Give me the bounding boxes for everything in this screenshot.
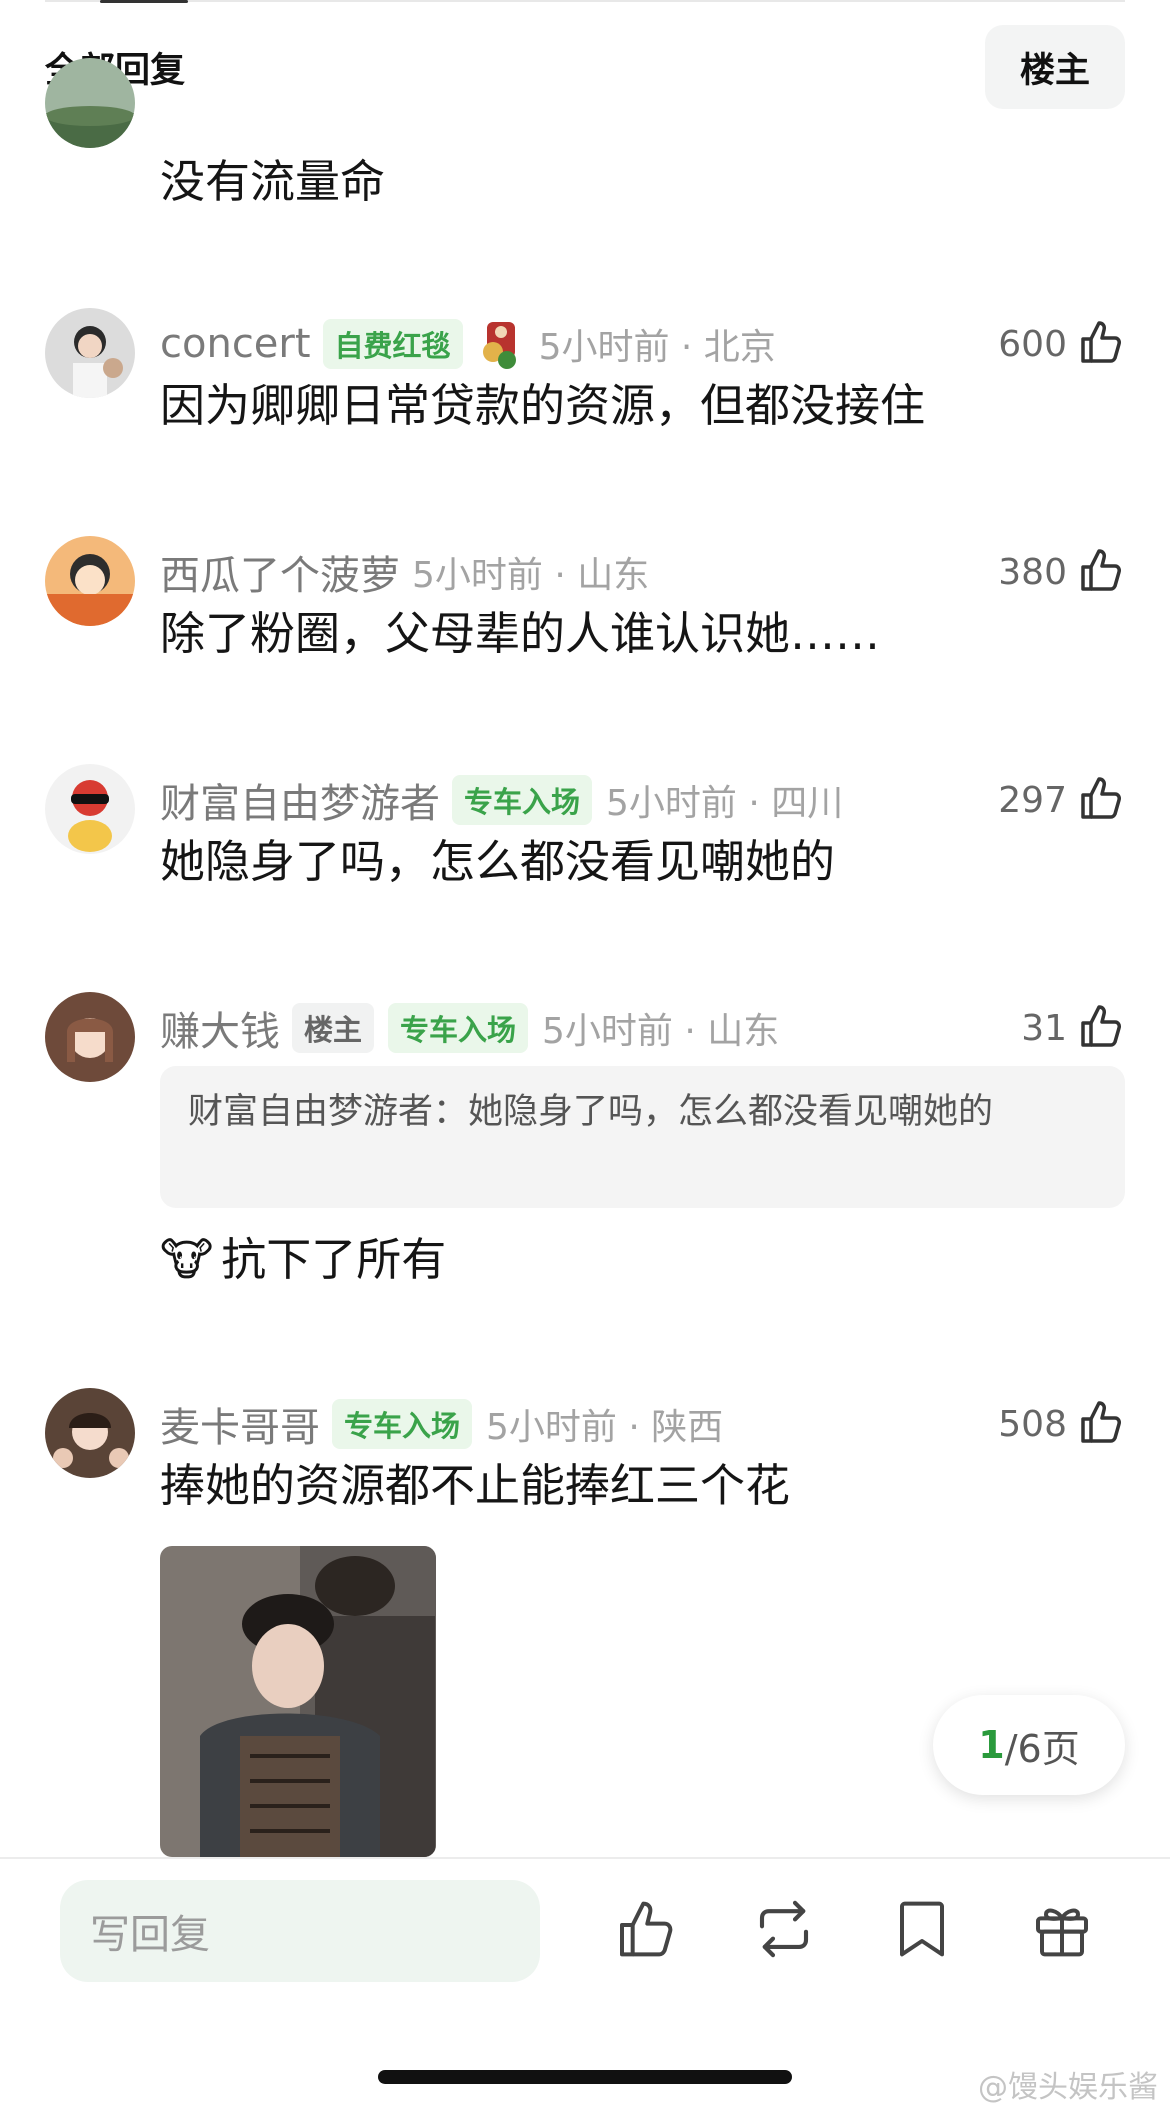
page-indicator[interactable]: 1/6页 [933, 1695, 1125, 1795]
header: 全部回复 楼主 [0, 20, 1170, 110]
comment-text: 她隐身了吗，怎么都没看见嘲她的 [160, 835, 836, 888]
repost-button[interactable] [748, 1895, 820, 1967]
username[interactable]: concert [160, 321, 311, 367]
username[interactable]: 财富自由梦游者 [160, 771, 440, 829]
like-count: 380 [998, 551, 1067, 593]
comment-meta: 赚大钱 楼主 专车入场 5小时前 · 山东 [160, 998, 1010, 1058]
user-badge: 专车入场 [388, 1003, 529, 1053]
thumbs-up-icon [1077, 318, 1125, 370]
comment-meta: 财富自由梦游者 专车入场 5小时前 · 四川 [160, 770, 1010, 830]
comment-text-content: 抗下了所有 [221, 1233, 447, 1286]
quoted-reply[interactable]: 财富自由梦游者：她隐身了吗，怎么都没看见嘲她的 [160, 1066, 1125, 1208]
thumbs-up-icon [614, 1897, 678, 1965]
like-button[interactable]: 600 [998, 314, 1125, 374]
like-button[interactable]: 297 [998, 770, 1125, 830]
like-count: 297 [998, 779, 1067, 821]
like-count: 600 [998, 323, 1067, 365]
bottom-divider [0, 1857, 1170, 1859]
user-badge: 专车入场 [332, 1399, 473, 1449]
comment-meta: 麦卡哥哥 专车入场 5小时前 · 陕西 [160, 1394, 1010, 1454]
username[interactable]: 西瓜了个菠萝 [160, 543, 400, 601]
comment-text: 🐮 抗下了所有 [160, 1230, 1125, 1290]
user-badge: 专车入场 [452, 775, 593, 825]
like-button[interactable]: 508 [998, 1394, 1125, 1454]
time-location: 5小时前 · 山东 [412, 555, 650, 596]
repost-icon [751, 1896, 817, 1966]
thumbs-up-icon [1077, 546, 1125, 598]
medal-icon [477, 316, 525, 372]
like-button[interactable]: 31 [1021, 998, 1125, 1058]
avatar[interactable] [45, 992, 135, 1082]
thumbs-up-icon [1077, 774, 1125, 826]
avatar[interactable] [45, 1388, 135, 1478]
like-count: 31 [1021, 1007, 1067, 1049]
avatar[interactable] [45, 764, 135, 854]
gift-button[interactable] [1026, 1895, 1098, 1967]
user-badge: 自费红毯 [322, 319, 463, 369]
watermark: @馒头娱乐酱 [978, 2070, 1158, 2105]
comment-image[interactable] [160, 1546, 436, 1857]
avatar[interactable] [45, 58, 135, 148]
time-location: 5小时前 · 四川 [606, 783, 844, 824]
comment-text: 除了粉圈，父母辈的人谁认识她…… [160, 607, 881, 660]
home-indicator [378, 2070, 792, 2084]
time-location: 5小时前 · 北京 [538, 327, 776, 368]
tab-indicator [100, 0, 188, 3]
thumbs-up-icon [1077, 1398, 1125, 1450]
avatar[interactable] [45, 536, 135, 626]
avatar[interactable] [45, 308, 135, 398]
username[interactable]: 赚大钱 [160, 999, 280, 1057]
page-total: /6页 [1004, 1726, 1080, 1771]
like-post-button[interactable] [610, 1895, 682, 1967]
reply-input[interactable]: 写回复 [60, 1880, 540, 1982]
comment-meta: concert 自费红毯 5小时前 · 北京 [160, 314, 1010, 374]
like-button[interactable]: 380 [998, 542, 1125, 602]
like-count: 508 [998, 1403, 1067, 1445]
comment-text: 没有流量命 [160, 155, 386, 208]
bookmark-button[interactable] [886, 1895, 958, 1967]
page-current: 1 [978, 1723, 1005, 1767]
op-filter-button[interactable]: 楼主 [985, 25, 1125, 109]
comment-text: 捧她的资源都不止能捧红三个花 [160, 1459, 791, 1512]
username[interactable]: 麦卡哥哥 [160, 1395, 320, 1453]
time-location: 5小时前 · 山东 [542, 1011, 780, 1052]
thumbs-up-icon [1077, 1002, 1125, 1054]
top-divider [45, 0, 1125, 2]
bookmark-icon [892, 1897, 952, 1965]
time-location: 5小时前 · 陕西 [486, 1407, 724, 1448]
comment-text: 因为卿卿日常贷款的资源，但都没接住 [160, 379, 926, 432]
cow-emoji: 🐮 [160, 1233, 214, 1286]
op-badge: 楼主 [292, 1003, 375, 1053]
comment-meta: 西瓜了个菠萝 5小时前 · 山东 [160, 542, 1010, 602]
gift-icon [1030, 1897, 1094, 1965]
